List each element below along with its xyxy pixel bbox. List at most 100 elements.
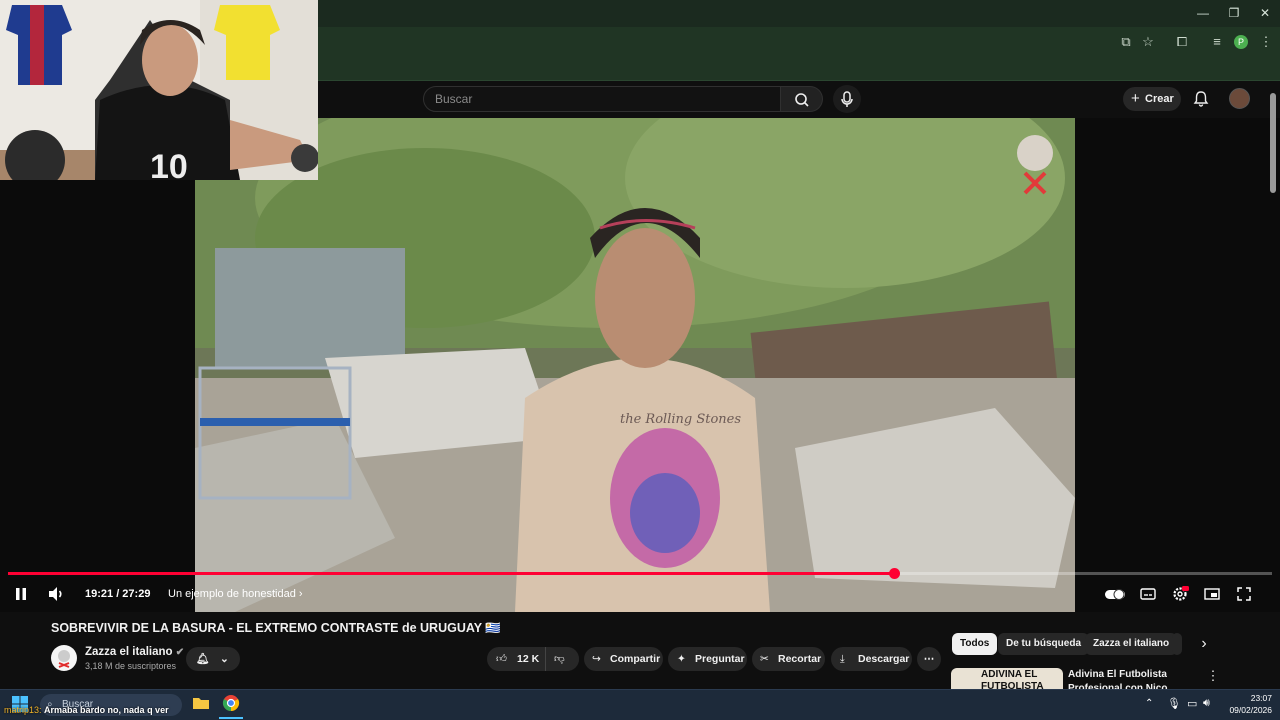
page-scrollbar[interactable] [1270, 93, 1276, 193]
chrome-taskbar-button[interactable] [221, 693, 241, 713]
close-window-button[interactable]: ✕ [1250, 4, 1280, 22]
plus-icon: + [1131, 90, 1140, 107]
pause-icon [16, 588, 26, 600]
time-display: 19:21 / 27:29 [85, 588, 151, 600]
volume-button[interactable] [46, 584, 66, 604]
progress-scrubber[interactable] [889, 568, 901, 579]
share-icon: ↪ [592, 653, 601, 665]
notifications-button[interactable] [1192, 90, 1210, 108]
account-avatar[interactable] [1229, 88, 1250, 109]
clip-button[interactable]: ✂ Recortar [752, 647, 825, 671]
autoplay-toggle[interactable] [1103, 584, 1127, 604]
chip-from-search[interactable]: De tu búsqueda [998, 633, 1090, 655]
chip-partial[interactable] [1172, 633, 1182, 655]
video-scene: the Rolling Stones [195, 118, 1075, 612]
recommended-title[interactable]: Adivina El Futbolista Profesional con Ni… [1068, 668, 1198, 689]
chips-next-button[interactable]: › [1193, 633, 1215, 655]
chevron-right-icon: › [1201, 635, 1207, 652]
search-input[interactable]: Buscar [423, 86, 781, 112]
microphone-tray-icon[interactable]: 🎙︎ [1167, 697, 1181, 710]
progress-played [8, 572, 895, 575]
fullscreen-icon [1237, 587, 1251, 601]
channel-avatar[interactable] [51, 645, 77, 671]
settings-button[interactable] [1170, 584, 1190, 604]
file-explorer-button[interactable] [192, 695, 210, 711]
download-button[interactable]: ⤓ Descargar [831, 647, 912, 671]
download-icon: ⤓ [840, 653, 845, 665]
subscription-bell-button[interactable]: 🔔︎ ⌄ [186, 647, 240, 671]
share-button[interactable]: ↪ Compartir [584, 647, 663, 671]
video-title: SOBREVIVIR DE LA BASURA - EL EXTREMO CON… [51, 621, 501, 635]
webcam-scene: 10 [0, 0, 318, 180]
bell-icon: 🔔︎ [196, 653, 210, 665]
volume-icon [49, 587, 62, 601]
thumbs-down-icon: 👎︎ [554, 653, 565, 665]
video-frame[interactable]: the Rolling Stones [195, 118, 1075, 612]
subscriber-count: 3,18 M de suscriptores [85, 661, 177, 671]
verified-icon: ✔ [175, 647, 185, 658]
channel-logo-icon [58, 650, 70, 668]
minimize-button[interactable]: — [1188, 4, 1218, 22]
progress-bar[interactable] [8, 572, 1272, 575]
recommended-menu-button[interactable]: ⋮ [1206, 668, 1220, 686]
bell-icon [1193, 91, 1209, 107]
extensions-icon[interactable]: ⧠ [1173, 33, 1191, 51]
gear-icon [1173, 586, 1189, 601]
cast-icon[interactable]: ⧉ [1117, 33, 1135, 51]
subtitles-button[interactable] [1138, 584, 1158, 604]
miniplayer-button[interactable] [1202, 584, 1222, 604]
media-control-icon[interactable]: ≡ [1208, 33, 1226, 51]
chrome-icon [222, 695, 240, 712]
search-button[interactable] [781, 86, 823, 112]
taskbar-clock[interactable]: 23:07 09/02/2026 [1224, 692, 1272, 716]
speaker-icon[interactable]: 🔊︎ [1203, 697, 1210, 710]
miniplayer-icon [1204, 588, 1220, 600]
chat-message: Armaba bardo no, nada q ver [44, 705, 169, 715]
more-actions-button[interactable]: ⋯ [917, 647, 941, 671]
chapter-button[interactable]: Un ejemplo de honestidad › [160, 584, 311, 604]
restore-button[interactable]: ❐ [1219, 4, 1249, 22]
thumbs-up-icon: 👍︎ [496, 653, 507, 665]
profile-avatar[interactable]: P [1234, 35, 1248, 49]
more-vert-icon: ⋮ [1206, 668, 1220, 683]
toggle-icon [1105, 589, 1125, 600]
browser-menu-icon[interactable]: ⋮ [1257, 33, 1275, 51]
download-label: Descargar [858, 653, 910, 665]
shirt-text: the Rolling Stones [620, 412, 741, 427]
search-icon [795, 93, 809, 107]
ask-button[interactable]: ✦ Preguntar [668, 647, 747, 671]
chat-user: matrip13 [4, 705, 40, 715]
create-button[interactable]: + Crear [1123, 87, 1181, 111]
fullscreen-button[interactable] [1234, 584, 1254, 604]
scissors-icon: ✂ [760, 653, 769, 665]
create-label: Crear [1145, 93, 1174, 105]
webcam-overlay: 10 [0, 0, 318, 180]
ask-label: Preguntar [695, 653, 745, 665]
chevron-down-icon: ⌄ [220, 653, 229, 665]
clock-date: 09/02/2026 [1229, 705, 1272, 715]
bookmark-star-icon[interactable]: ☆ [1139, 33, 1157, 51]
dislike-button[interactable]: 👎︎ [545, 647, 579, 671]
subtitles-icon [1140, 588, 1156, 600]
share-label: Compartir [610, 653, 661, 665]
clock-time: 23:07 [1250, 693, 1272, 703]
recommended-thumbnail[interactable]: ADIVINA EL FUTBOLISTA [951, 668, 1063, 689]
pause-button[interactable] [12, 584, 30, 604]
channel-name: Zazza el italiano [85, 646, 173, 658]
chip-all[interactable]: Todos [952, 633, 998, 655]
chapter-title: Un ejemplo de honestidad [168, 588, 296, 600]
tray-chevron-icon[interactable]: ⌃ [1145, 698, 1153, 709]
like-count: 12 K [517, 653, 540, 665]
svg-text:10: 10 [150, 148, 188, 180]
microphone-icon [841, 91, 853, 107]
voice-search-button[interactable] [833, 85, 861, 113]
chip-channel[interactable]: Zazza el italiano [1085, 633, 1178, 655]
more-icon: ⋯ [923, 653, 935, 665]
network-icon[interactable]: ▭ [1187, 697, 1197, 710]
thumbnail-text: ADIVINA EL FUTBOLISTA [981, 669, 1044, 689]
active-app-indicator [219, 717, 243, 719]
channel-name-link[interactable]: Zazza el italiano ✔ [85, 646, 184, 658]
chat-overlay: matrip13: Armaba bardo no, nada q ver [4, 705, 169, 715]
clip-label: Recortar [778, 653, 822, 665]
folder-icon [193, 698, 209, 709]
